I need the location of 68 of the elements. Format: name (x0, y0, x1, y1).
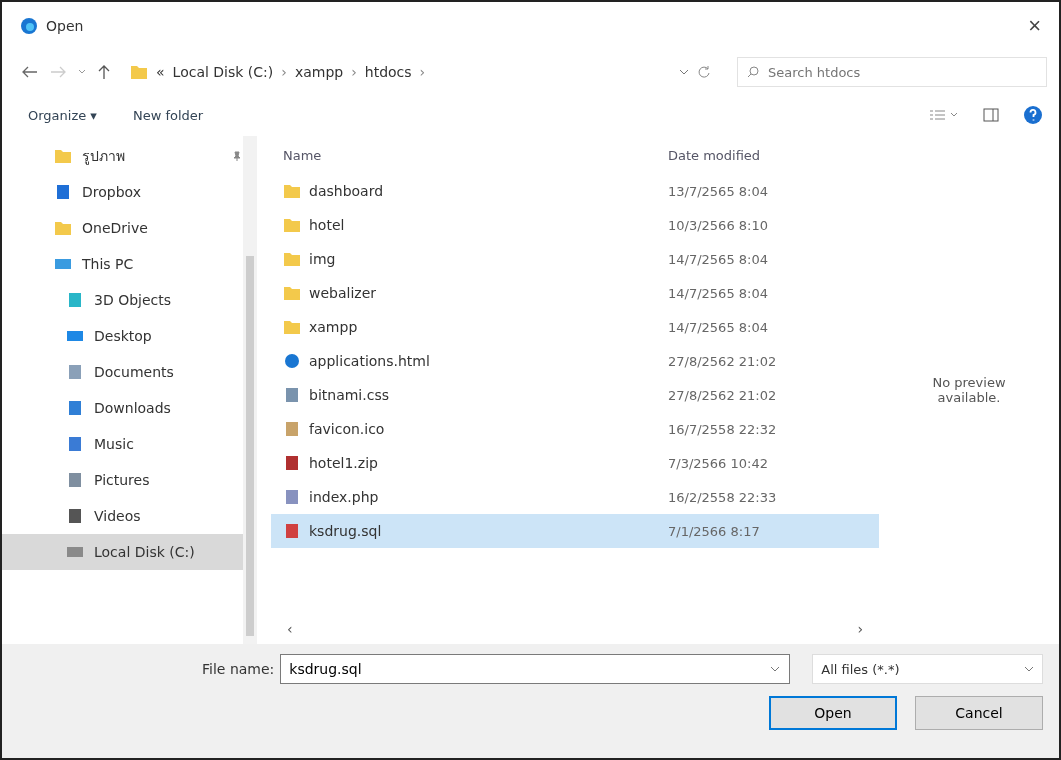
preview-message: No preview available. (931, 375, 1007, 405)
close-button[interactable]: × (1022, 13, 1047, 39)
file-row[interactable]: webalizer 14/7/2565 8:04 (271, 276, 879, 310)
folder-icon (283, 285, 301, 301)
folder-icon (54, 148, 72, 164)
file-row[interactable]: hotel 10/3/2566 8:10 (271, 208, 879, 242)
folder-icon (130, 64, 148, 80)
dropdown-caret-icon[interactable] (770, 666, 781, 672)
sidebar-item[interactable]: Music (2, 426, 243, 462)
sidebar-item[interactable]: Documents (2, 354, 243, 390)
breadcrumb-separator[interactable]: › (281, 64, 287, 80)
column-header[interactable]: Name (271, 147, 668, 163)
column-header[interactable]: Date modified (668, 147, 761, 163)
file-name-label: File name: (202, 661, 275, 677)
search-field[interactable]: Search htdocs (737, 57, 1047, 87)
breadcrumb[interactable]: xampp (294, 64, 344, 80)
browser-logo-icon (20, 17, 38, 35)
sidebar-item[interactable]: Downloads (2, 390, 243, 426)
help-icon[interactable] (1023, 105, 1043, 125)
search-icon (747, 66, 759, 78)
overflow-chevron[interactable]: « (156, 64, 165, 80)
new-folder-button[interactable]: New folder (126, 103, 210, 127)
folder-icon (283, 251, 301, 267)
back-arrow-icon[interactable] (22, 66, 38, 78)
up-arrow-icon[interactable] (98, 65, 110, 79)
file-row[interactable]: dashboard 13/7/2565 8:04 (271, 174, 879, 208)
sidebar-item[interactable]: This PC (2, 246, 243, 282)
dropdown-caret-icon[interactable] (679, 69, 689, 75)
file-type-dropdown[interactable]: All files (*.*) (812, 654, 1043, 684)
breadcrumb[interactable]: Local Disk (C:) (172, 64, 274, 80)
file-row[interactable]: xampp 14/7/2565 8:04 (271, 310, 879, 344)
breadcrumb-separator[interactable]: › (419, 64, 426, 80)
scroll-left-arrow[interactable]: ‹ (287, 621, 293, 637)
folder-icon (283, 217, 301, 233)
file-row[interactable]: bitnami.css 27/8/2562 21:02 (271, 378, 879, 412)
sidebar-item[interactable]: รูปภาพ (2, 138, 243, 174)
file-row[interactable]: ksdrug.sql 7/1/2566 8:17 (271, 514, 879, 548)
cancel-button[interactable]: Cancel (915, 696, 1043, 730)
folder-icon (54, 220, 72, 236)
preview-pane-icon[interactable] (983, 108, 999, 122)
sidebar-item[interactable]: Dropbox (2, 174, 243, 210)
file-row[interactable]: applications.html 27/8/2562 21:02 (271, 344, 879, 378)
organize-button[interactable]: Organize ▾ (22, 103, 103, 127)
scroll-right-arrow[interactable]: › (857, 621, 863, 637)
sidebar-item[interactable]: Desktop (2, 318, 243, 354)
pin-icon (232, 151, 242, 161)
address-bar[interactable]: « Local Disk (C:) › xampp › htdocs › (122, 57, 725, 87)
file-row[interactable]: index.php 16/2/2558 22:33 (271, 480, 879, 514)
scrollbar-thumb[interactable] (246, 256, 254, 636)
file-name-field[interactable]: ksdrug.sql (280, 654, 791, 684)
file-row[interactable]: img 14/7/2565 8:04 (271, 242, 879, 276)
breadcrumb-separator[interactable]: › (351, 64, 357, 80)
breadcrumb[interactable]: htdocs (364, 64, 412, 80)
sidebar-item[interactable]: 3D Objects (2, 282, 243, 318)
file-row[interactable]: hotel1.zip 7/3/2566 10:42 (271, 446, 879, 480)
refresh-icon[interactable] (697, 65, 711, 79)
dropdown-caret-icon (1024, 666, 1034, 672)
sidebar-item[interactable]: Local Disk (C:) (2, 534, 243, 570)
sidebar-scrollbar[interactable] (243, 136, 257, 644)
open-button[interactable]: Open (769, 696, 897, 730)
file-row[interactable]: favicon.ico 16/7/2558 22:32 (271, 412, 879, 446)
sidebar-item[interactable]: Pictures (2, 462, 243, 498)
sidebar-item[interactable]: OneDrive (2, 210, 243, 246)
folder-icon (283, 319, 301, 335)
window-title: Open (46, 18, 84, 34)
folder-icon (283, 183, 301, 199)
sidebar-item[interactable]: Videos (2, 498, 243, 534)
caret-icon[interactable] (78, 69, 86, 75)
